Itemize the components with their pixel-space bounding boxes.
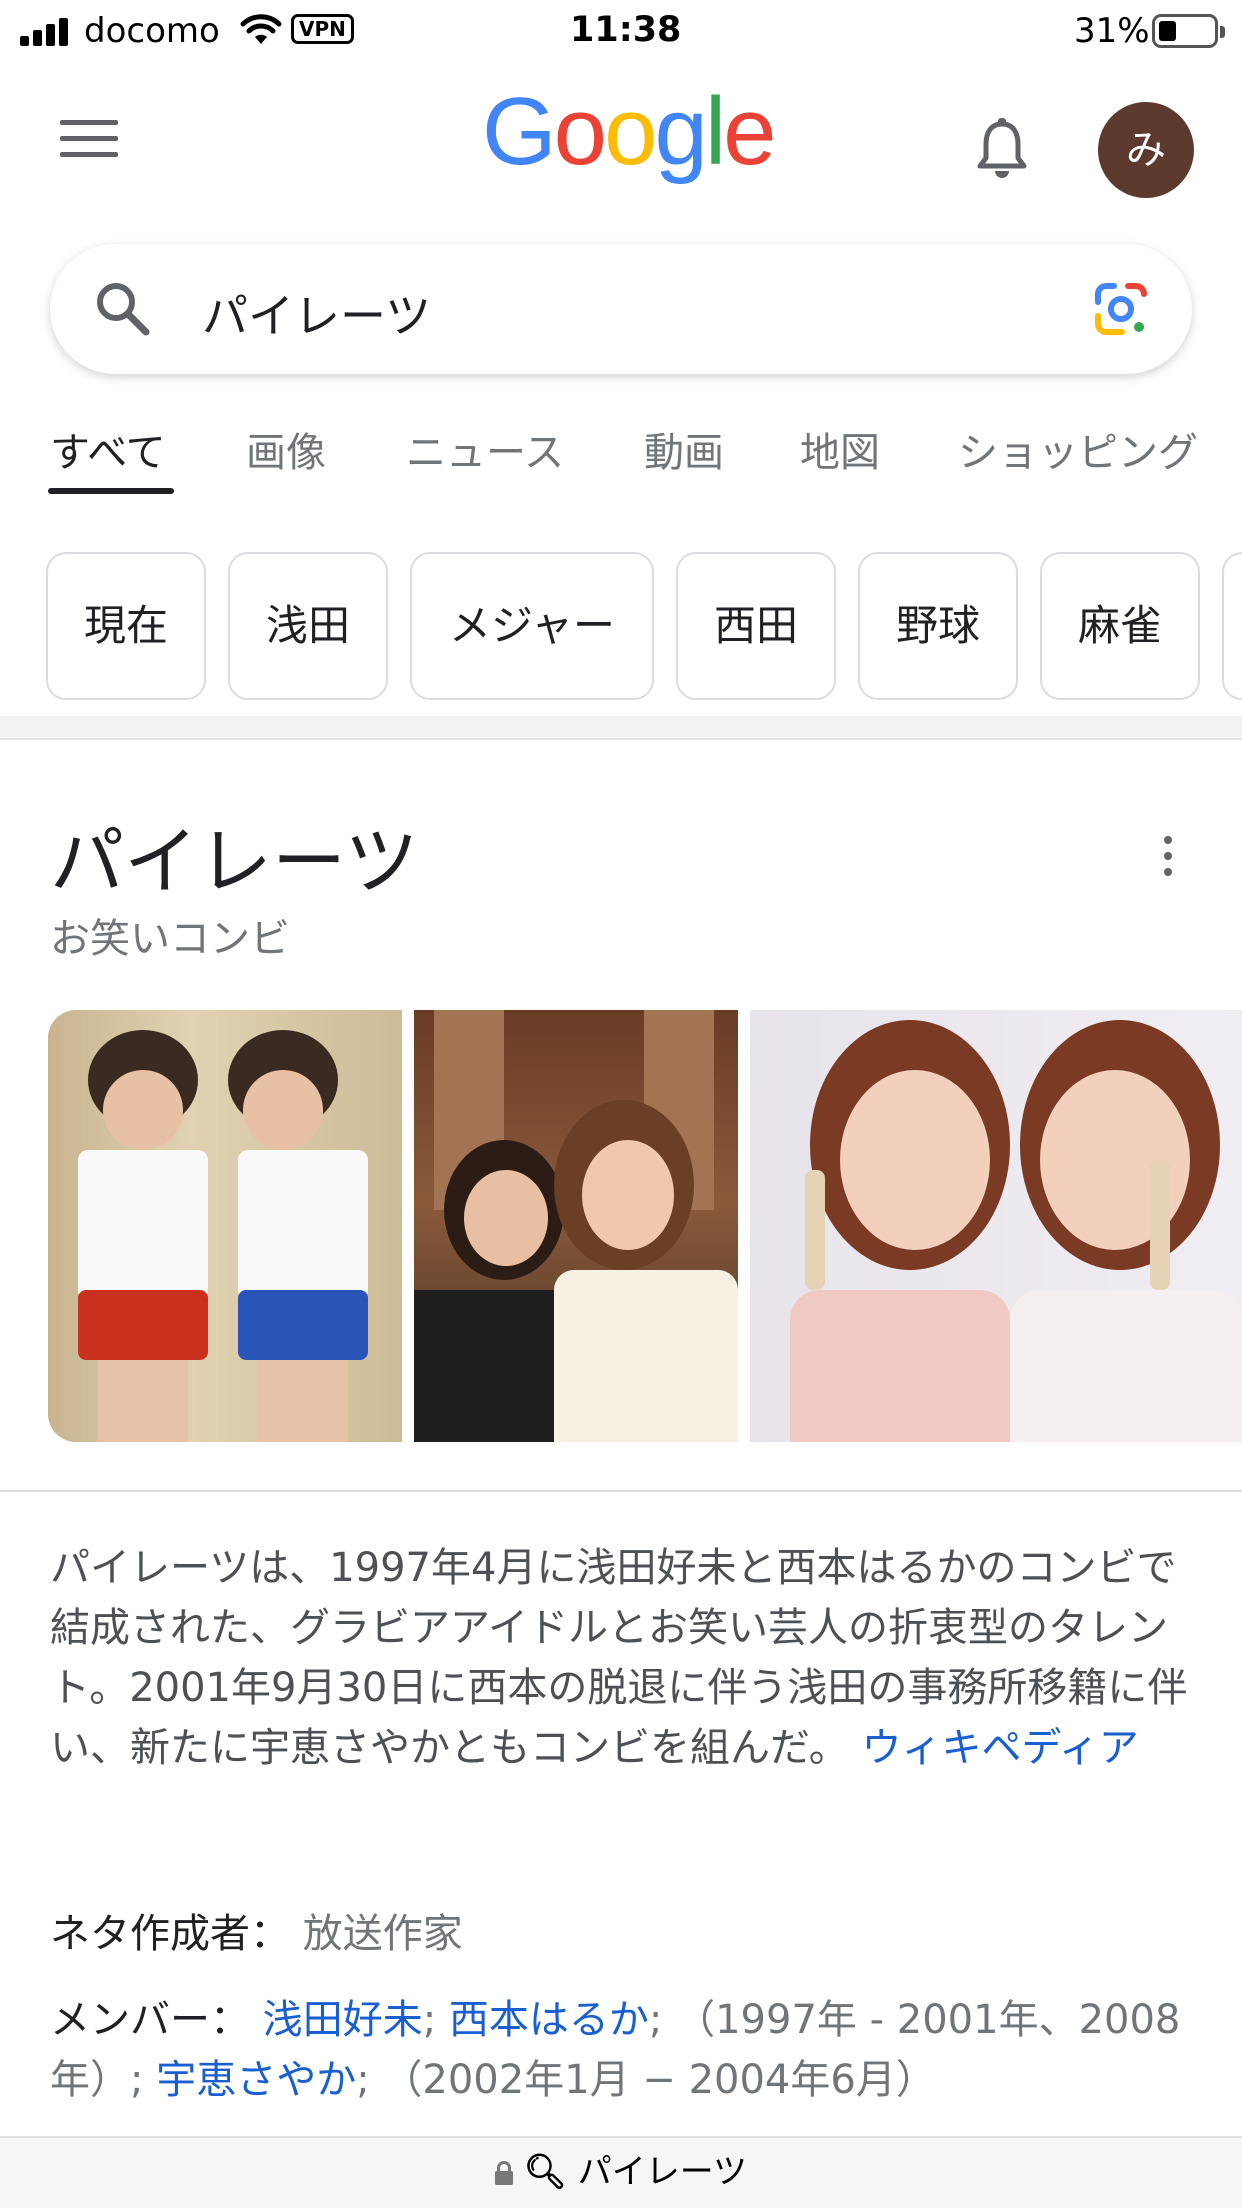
- google-logo[interactable]: Google: [482, 84, 777, 180]
- chip-asada[interactable]: 浅田: [228, 552, 388, 700]
- menu-icon[interactable]: [60, 120, 118, 162]
- logo-letter: o: [553, 78, 607, 185]
- entity-description: パイレーツは、1997年4月に浅田好未と西本はるかのコンビで結成された、グラビア…: [50, 1538, 1200, 1778]
- search-icon: [97, 283, 150, 336]
- section-divider: [0, 716, 1242, 740]
- lock-icon: [494, 2161, 513, 2185]
- member-period-2: ; （2002年1月 − 2004年6月）: [356, 2057, 936, 2103]
- url-text: パイレーツ: [577, 2152, 748, 2192]
- url-search-icon: 🔍︎: [523, 2152, 567, 2192]
- logo-letter: G: [482, 78, 557, 185]
- tab-images[interactable]: 画像: [246, 420, 326, 478]
- tab-shopping[interactable]: ショッピング: [958, 420, 1198, 478]
- vpn-badge: VPN: [291, 14, 354, 44]
- logo-letter: l: [704, 78, 726, 185]
- search-box[interactable]: パイレーツ: [50, 244, 1192, 374]
- chip-mahjong[interactable]: 麻雀: [1040, 552, 1200, 700]
- search-input[interactable]: パイレーツ: [202, 280, 431, 346]
- tab-news[interactable]: ニュース: [406, 420, 564, 478]
- tab-videos[interactable]: 動画: [644, 420, 724, 478]
- avatar[interactable]: み: [1098, 102, 1194, 198]
- fact-writer-value: 放送作家: [302, 1911, 463, 1957]
- chip-overflow[interactable]: [1222, 552, 1242, 700]
- fact-writer: ネタ作成者： 放送作家: [50, 1904, 1200, 1964]
- logo-letter: o: [604, 78, 657, 185]
- tab-maps[interactable]: 地図: [800, 420, 880, 478]
- more-options-icon[interactable]: [1164, 836, 1172, 884]
- member-link-ue[interactable]: 宇恵さやか: [156, 2057, 356, 2103]
- battery-percent: 31%: [1074, 11, 1150, 51]
- fact-members-label: メンバー：: [50, 1997, 250, 2043]
- bell-icon[interactable]: [976, 118, 1028, 180]
- battery-icon: [1152, 14, 1225, 48]
- logo-letter: g: [654, 78, 707, 185]
- google-lens-icon[interactable]: [1092, 280, 1150, 338]
- panel-divider: [0, 1490, 1242, 1492]
- chip-baseball[interactable]: 野球: [858, 552, 1018, 700]
- wifi-icon: [240, 14, 282, 44]
- fact-members: メンバー： 浅田好未; 西本はるか; （1997年 - 2001年、2008年）…: [50, 1990, 1200, 2110]
- chip-nishida[interactable]: 西田: [676, 552, 836, 700]
- entity-image-3[interactable]: [750, 1010, 1242, 1442]
- member-link-asada[interactable]: 浅田好未: [263, 1997, 423, 2043]
- chip-major[interactable]: メジャー: [410, 552, 654, 700]
- wikipedia-link[interactable]: ウィキペディア: [862, 1725, 1139, 1771]
- member-link-nishimoto[interactable]: 西本はるか: [449, 1997, 649, 2043]
- member-separator: ;: [422, 1997, 449, 2043]
- fact-writer-label: ネタ作成者：: [50, 1911, 290, 1957]
- clock: 11:38: [570, 10, 682, 50]
- carrier-name: docomo: [84, 11, 220, 51]
- tab-all[interactable]: すべて: [50, 420, 166, 478]
- signal-icon: [20, 16, 72, 46]
- active-tab-indicator: [48, 488, 174, 494]
- entity-image-2[interactable]: [414, 1010, 738, 1442]
- chip-current[interactable]: 現在: [46, 552, 206, 700]
- entity-title: パイレーツ: [50, 819, 419, 905]
- browser-url-bar[interactable]: 🔍︎ パイレーツ: [0, 2136, 1242, 2208]
- status-bar: docomo VPN 11:38 31%: [0, 0, 1242, 62]
- entity-image-1[interactable]: [48, 1010, 402, 1442]
- logo-letter: e: [723, 78, 776, 185]
- entity-subtitle: お笑いコンビ: [50, 916, 290, 962]
